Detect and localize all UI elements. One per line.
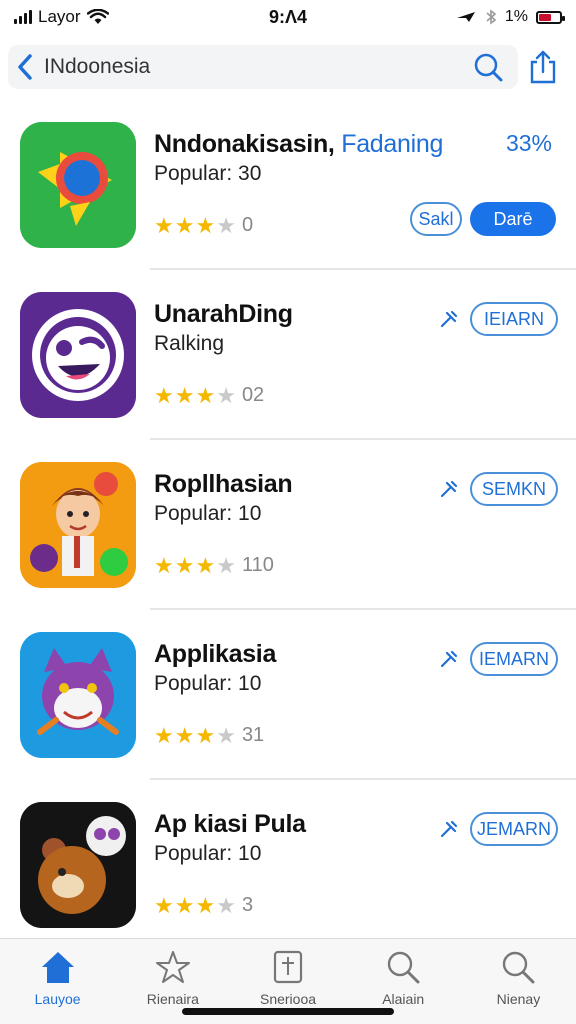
rating-count: 02 [241,384,265,406]
home-indicator[interactable] [182,1008,394,1015]
tab-account[interactable]: Nienay [461,939,576,1024]
get-button[interactable]: IEMARN [470,642,558,676]
search-icon [498,947,538,987]
app-name: Ap kiasi Pula [154,810,306,838]
battery-icon [536,10,565,24]
app-icon [20,802,136,928]
status-left: Layor [14,7,214,27]
pin-icon[interactable] [438,648,460,670]
status-time: 9:Λ4 [268,6,308,27]
app-name: UnarahDing [154,300,293,328]
search-icon[interactable] [468,47,508,87]
star-icon: ★ [216,382,236,408]
star-icon: ★ [216,892,236,918]
house-icon [38,947,78,987]
list-item[interactable]: Ap kiasi Pula Popular: 10 ★ ★ ★ ★ 3 JEMARN [0,780,576,950]
star-icon: ★ [216,552,236,578]
tab-label: Sneriooa [259,991,317,1007]
star-icon: ★ [216,212,236,238]
star-icon: ★ [154,722,174,748]
app-subtitle: Popular: 10 [154,842,262,865]
get-button[interactable]: SEMKN [470,472,558,506]
app-name-accent: Fadaning [341,130,444,158]
location-icon [456,12,475,22]
tab-label: Alaiain [382,991,425,1007]
star-icon: ★ [154,382,174,408]
app-name: Applikasia [154,640,277,668]
rating-count: 3 [241,894,254,916]
bluetooth-icon [486,9,497,25]
share-icon[interactable] [518,44,568,90]
star-icon: ★ [195,892,216,918]
star-rating: ★ ★ ★ ★ [154,212,236,238]
rating-count: 110 [241,554,274,576]
star-rating: ★ ★ ★ ★ [154,382,236,408]
back-chevron-icon[interactable] [12,52,38,82]
app-icon [20,462,136,588]
app-name-text: Nndonakisasin, [154,130,335,158]
star-icon: ★ [195,212,216,238]
app-subtitle: Popular: 10 [154,502,262,525]
rating: ★ ★ ★ ★ 02 [154,384,264,407]
star-icon: ★ [154,212,174,238]
rating: ★ ★ ★ ★ 0 [154,214,253,237]
star-icon: ★ [154,552,174,578]
tab-label: Nienay [496,991,541,1007]
status-right: 1% [362,8,565,26]
search-icon [383,947,423,987]
wifi-icon [86,9,109,24]
star-icon: ★ [195,552,216,578]
list-item[interactable]: Ropllhasian Popular: 10 ★ ★ ★ ★ 110 SEMKN [0,440,576,610]
rating: ★ ★ ★ ★ 31 [154,724,264,747]
star-rating: ★ ★ ★ ★ [154,722,236,748]
tab-home[interactable]: Lauyoe [0,939,115,1024]
star-icon: ★ [174,382,195,408]
nav-title: INdoonesia [44,55,151,78]
star-icon: ★ [174,892,195,918]
get-button[interactable]: Darē [470,202,556,236]
app-icon [20,122,136,248]
secondary-button[interactable]: Sakl [410,202,462,236]
star-icon: ★ [195,722,216,748]
star-icon [153,947,193,987]
book-icon [268,947,308,987]
app-name: Ropllhasian [154,470,293,498]
pin-icon[interactable] [438,308,460,330]
app-name: Nndonakisasin, Fadaning [154,130,443,159]
star-icon: ★ [174,722,195,748]
pin-icon[interactable] [438,478,460,500]
pin-icon[interactable] [438,818,460,840]
app-subtitle: Popular: 10 [154,672,262,695]
rating-count: 0 [241,214,254,236]
star-icon: ★ [174,552,195,578]
app-icon [20,632,136,758]
star-icon: ★ [174,212,195,238]
star-icon: ★ [154,892,174,918]
signal-icon [14,10,32,24]
list-item[interactable]: UnarahDing Ralking ★ ★ ★ ★ 02 IEIARN [0,270,576,440]
get-button[interactable]: JEMARN [470,812,558,846]
list-item[interactable]: Applikasia Popular: 10 ★ ★ ★ ★ 31 IEMARN [0,610,576,780]
battery-percent: 1% [504,8,528,25]
tab-label: Lauyoe [34,991,81,1007]
star-icon: ★ [195,382,216,408]
nav-bar: INdoonesia [8,44,568,90]
app-subtitle: Ralking [154,332,225,355]
app-list: Nndonakisasin, Fadaning 33% Popular: 30 … [0,100,576,950]
list-item[interactable]: Nndonakisasin, Fadaning 33% Popular: 30 … [0,100,576,270]
rating: ★ ★ ★ ★ 3 [154,894,253,917]
get-button[interactable]: IEIARN [470,302,558,336]
progress-percent: 33% [505,130,552,156]
app-subtitle: Popular: 30 [154,162,262,185]
status-bar: Layor 9:Λ4 1% [0,0,576,34]
nav-field: INdoonesia [8,45,518,89]
star-rating: ★ ★ ★ ★ [154,892,236,918]
star-rating: ★ ★ ★ ★ [154,552,236,578]
rating-count: 31 [241,724,265,746]
tab-label: Rienaira [146,991,199,1007]
app-icon [20,292,136,418]
star-icon: ★ [216,722,236,748]
rating: ★ ★ ★ ★ 110 [154,554,274,577]
carrier-label: Layor [38,7,81,26]
